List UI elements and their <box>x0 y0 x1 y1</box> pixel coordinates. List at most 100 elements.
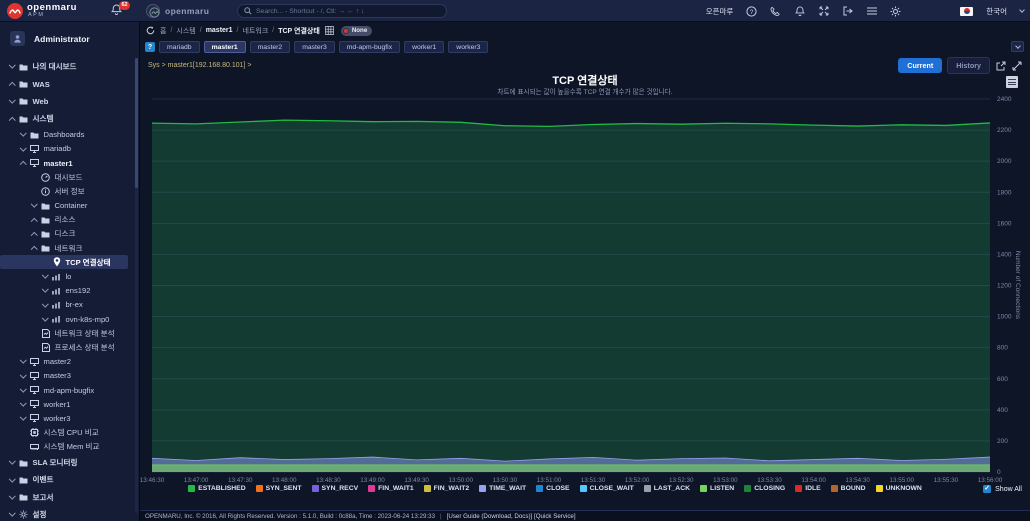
alarm-bell-icon[interactable] <box>794 6 805 17</box>
chevron-down-icon[interactable] <box>9 62 15 68</box>
chevron-up-icon[interactable] <box>31 232 37 238</box>
legend-item-idle[interactable]: IDLE <box>795 485 820 492</box>
chevron-down-icon[interactable] <box>20 144 26 150</box>
legend-item-syn_sent[interactable]: SYN_SENT <box>256 485 302 492</box>
chevron-down-icon[interactable] <box>20 385 26 391</box>
legend-item-unknown[interactable]: UNKNOWN <box>876 485 922 492</box>
tab-worker1[interactable]: worker1 <box>404 41 444 53</box>
phone-icon[interactable] <box>770 6 781 17</box>
sidebar-item-worker1[interactable]: worker1 <box>0 397 132 411</box>
breadcrumb-item[interactable]: master1 <box>206 27 233 34</box>
chevron-down-icon[interactable] <box>9 493 15 499</box>
sidebar-item-ovn-k8s-mp0[interactable]: ovn-k8s-mp0 <box>0 312 132 326</box>
legend-item-last_ack[interactable]: LAST_ACK <box>644 485 690 492</box>
sidebar-item-네트워크-상태-분석[interactable]: 네트워크 상태 분석 <box>0 326 132 340</box>
chevron-down-icon[interactable] <box>9 475 15 481</box>
sidebar-item-md-apm-bugfix[interactable]: md-apm-bugfix <box>0 383 132 397</box>
chevron-down-icon[interactable] <box>42 272 48 278</box>
sidebar-item-보고서[interactable]: 보고서 <box>0 489 132 506</box>
help-badge[interactable]: ? <box>145 42 155 52</box>
sidebar-item-master2[interactable]: master2 <box>0 355 132 369</box>
chevron-up-icon[interactable] <box>9 82 15 88</box>
sidebar-item-디스크[interactable]: 디스크 <box>0 227 132 241</box>
expand-arrows-icon[interactable] <box>818 6 829 17</box>
legend-item-closing[interactable]: CLOSING <box>744 485 785 492</box>
chevron-down-icon[interactable] <box>9 458 15 464</box>
chevron-down-icon[interactable] <box>20 400 26 406</box>
sidebar-item-master1[interactable]: master1 <box>0 156 132 170</box>
sidebar-item-대시보드[interactable]: 대시보드 <box>0 170 132 184</box>
sidebar-item-시스템-mem-비교[interactable]: 시스템 Mem 비교 <box>0 440 132 454</box>
sidebar-scrollbar-thumb[interactable] <box>135 58 138 188</box>
sidebar-item-sla-모니터링[interactable]: SLA 모니터링 <box>0 454 132 471</box>
chevron-down-icon[interactable] <box>20 414 26 420</box>
sidebar-item-master3[interactable]: master3 <box>0 369 132 383</box>
sidebar-item-시스템[interactable]: 시스템 <box>0 110 132 127</box>
legend-item-fin_wait1[interactable]: FIN_WAIT1 <box>368 485 414 492</box>
breadcrumb-item[interactable]: 네트워크 <box>243 26 269 36</box>
chevron-down-icon[interactable] <box>20 371 26 377</box>
chevron-down-icon[interactable] <box>31 201 37 207</box>
chevron-down-icon[interactable] <box>42 300 48 306</box>
chevron-up-icon[interactable] <box>31 246 37 252</box>
sidebar-item-설정[interactable]: 설정 <box>0 506 132 521</box>
legend-item-close[interactable]: CLOSE <box>536 485 569 492</box>
series-area-established[interactable] <box>152 120 990 472</box>
breadcrumb-item[interactable]: TCP 연결상태 <box>278 26 320 36</box>
chevron-down-icon[interactable] <box>9 97 15 103</box>
chevron-up-icon[interactable] <box>31 218 37 224</box>
legend-item-syn_recv[interactable]: SYN_RECV <box>312 485 359 492</box>
sidebar-item-mariadb[interactable]: mariadb <box>0 142 132 156</box>
sidebar-item-리소스[interactable]: 리소스 <box>0 213 132 227</box>
context-path[interactable]: Sys > master1[192.168.80.101] > <box>148 62 252 69</box>
sidebar-item-dashboards[interactable]: Dashboards <box>0 128 132 142</box>
sidebar-item-네트워크[interactable]: 네트워크 <box>0 241 132 255</box>
chevron-down-icon[interactable] <box>20 130 26 136</box>
language-selector[interactable]: 한국어 <box>986 6 1007 17</box>
legend-item-fin_wait2[interactable]: FIN_WAIT2 <box>424 485 470 492</box>
sidebar-item-이벤트[interactable]: 이벤트 <box>0 471 132 488</box>
series-area-listen[interactable] <box>152 465 990 472</box>
chevron-up-icon[interactable] <box>20 161 26 167</box>
tab-master3[interactable]: master3 <box>294 41 335 53</box>
sidebar-item-서버-정보[interactable]: 서버 정보 <box>0 184 132 198</box>
checkbox-checked-icon[interactable]: ✓ <box>983 485 991 493</box>
fullscreen-icon[interactable] <box>1011 60 1022 71</box>
legend-item-listen[interactable]: LISTEN <box>700 485 734 492</box>
tcp-connections-chart[interactable]: 0200400600800100012001400160018002000220… <box>140 95 1030 485</box>
refresh-interval-badge[interactable]: None <box>341 26 372 36</box>
chevron-down-icon[interactable] <box>42 286 48 292</box>
sidebar-item-was[interactable]: WAS <box>0 75 132 92</box>
current-button[interactable]: Current <box>898 58 942 73</box>
sidebar-item-ens192[interactable]: ens192 <box>0 284 132 298</box>
chevron-down-icon[interactable] <box>9 510 15 516</box>
legend-item-time_wait[interactable]: TIME_WAIT <box>479 485 526 492</box>
global-search-input[interactable]: Search... - Shortcut - /, Ctl: → ← ↑ ↓ <box>237 4 447 18</box>
tabs-overflow-button[interactable] <box>1011 41 1024 52</box>
tab-master2[interactable]: master2 <box>250 41 291 53</box>
tab-master1[interactable]: master1 <box>204 41 246 53</box>
help-icon[interactable]: ? <box>746 6 757 17</box>
gear-icon[interactable] <box>890 6 901 17</box>
legend-item-close_wait[interactable]: CLOSE_WAIT <box>580 485 634 492</box>
sidebar-item-시스템-cpu-비교[interactable]: 시스템 CPU 비교 <box>0 426 132 440</box>
chevron-up-icon[interactable] <box>9 117 15 123</box>
open-external-icon[interactable] <box>995 60 1006 71</box>
sidebar-item-web[interactable]: Web <box>0 93 132 110</box>
legend-item-established[interactable]: ESTABLISHED <box>188 485 245 492</box>
chevron-down-icon[interactable] <box>20 357 26 363</box>
sidebar-item-lo[interactable]: lo <box>0 269 132 283</box>
refresh-icon[interactable] <box>145 25 156 36</box>
breadcrumb-item[interactable]: 시스템 <box>176 26 195 36</box>
breadcrumb-item[interactable]: 홈 <box>160 26 166 36</box>
user-name[interactable]: 오픈마루 <box>706 6 734 17</box>
admin-profile[interactable]: Administrator <box>10 31 90 46</box>
dashboard-grid-icon[interactable] <box>324 25 335 36</box>
tab-md-apm-bugfix[interactable]: md-apm-bugfix <box>339 41 400 53</box>
sidebar-item-worker3[interactable]: worker3 <box>0 411 132 425</box>
sidebar-item-나의-대시보드[interactable]: 나의 대시보드 <box>0 58 132 75</box>
logout-icon[interactable] <box>842 6 853 17</box>
tab-worker3[interactable]: worker3 <box>448 41 488 53</box>
sidebar-item-br-ex[interactable]: br-ex <box>0 298 132 312</box>
sidebar-item-container[interactable]: Container <box>0 199 132 213</box>
